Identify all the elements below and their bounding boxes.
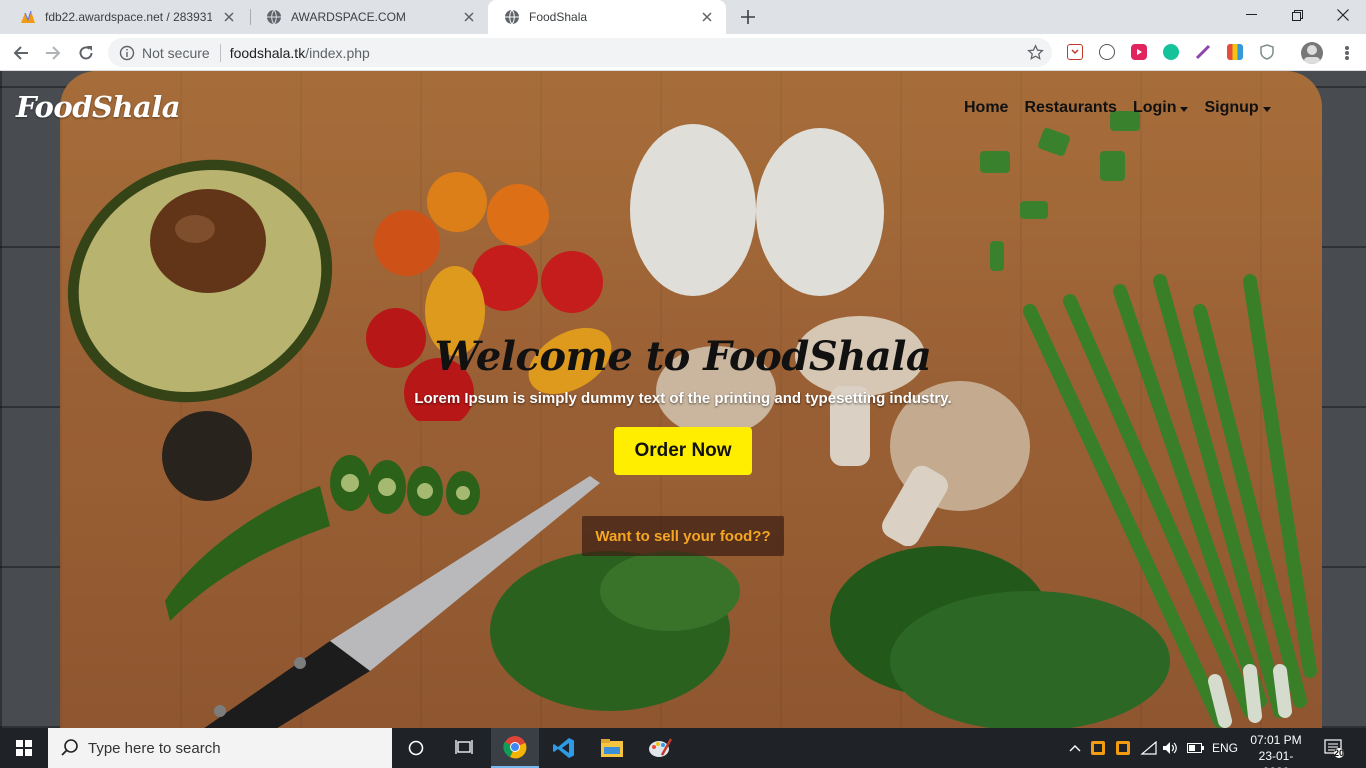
taskbar-clock[interactable]: 07:01 PM 23-01-2020: [1246, 732, 1306, 768]
browser-toolbar: Not secure foodshala.tk/index.php: [0, 34, 1366, 71]
hero-section: FoodShala Home Restaurants Login Signup …: [0, 71, 1366, 728]
minimize-window-button[interactable]: [1228, 0, 1274, 30]
info-icon[interactable]: [119, 45, 135, 61]
clock-time: 07:01 PM: [1250, 733, 1302, 747]
wifi-icon[interactable]: [1140, 728, 1158, 768]
hero-title: Welcome to FoodShala: [434, 333, 932, 380]
windows-logo-icon: [16, 740, 32, 756]
tab-title: fdb22.awardspace.net / 2839313: [45, 10, 212, 24]
nav-restaurants-label: Restaurants: [1024, 99, 1117, 116]
close-window-button[interactable]: [1320, 0, 1366, 30]
tray-app-icon[interactable]: [1090, 728, 1106, 768]
clock-date: 23-01-2020: [1258, 749, 1294, 768]
nav-login-dropdown[interactable]: Login: [1133, 99, 1189, 117]
divider: [219, 43, 221, 62]
address-bar[interactable]: Not secure foodshala.tk/index.php: [108, 38, 1052, 67]
nav-restaurants[interactable]: Restaurants: [1024, 99, 1116, 117]
nav-signup-label: Signup: [1204, 99, 1259, 116]
browser-tab-phpmyadmin[interactable]: fdb22.awardspace.net / 2839313: [4, 0, 248, 34]
nav-home-label: Home: [964, 99, 1009, 116]
notification-count: 20: [1334, 748, 1345, 758]
caret-down-icon: [1262, 106, 1271, 112]
close-tab-icon[interactable]: [220, 8, 238, 26]
language-indicator[interactable]: ENG: [1212, 728, 1238, 768]
action-center-icon[interactable]: 20: [1324, 738, 1344, 758]
chrome-menu-icon[interactable]: [1339, 44, 1355, 62]
cortana-icon[interactable]: [392, 728, 440, 768]
show-hidden-icons-chevron[interactable]: [1067, 728, 1083, 768]
tab-title: AWARDSPACE.COM: [291, 10, 406, 24]
battery-icon[interactable]: [1187, 728, 1205, 768]
color-extension-icon[interactable]: [1227, 44, 1243, 60]
close-tab-icon[interactable]: [698, 8, 716, 26]
url-path: /index.php: [305, 44, 370, 61]
taskbar-search-box[interactable]: Type here to search: [48, 728, 392, 768]
globe-icon: [266, 9, 282, 25]
volume-icon[interactable]: [1162, 728, 1178, 768]
nav-signup-dropdown[interactable]: Signup: [1204, 99, 1271, 117]
hero-subtitle: Lorem Ipsum is simply dummy text of the …: [414, 390, 952, 407]
back-button[interactable]: [7, 39, 35, 67]
order-now-button[interactable]: Order Now: [614, 427, 752, 475]
windows-taskbar: Type here to search ENG 07:01 PM 23-01- 2…: [0, 728, 1366, 768]
browser-tab-foodshala[interactable]: FoodShala: [488, 0, 726, 34]
paint-taskbar-icon[interactable]: [636, 728, 684, 768]
vscode-taskbar-icon[interactable]: [540, 728, 588, 768]
nav-home[interactable]: Home: [964, 99, 1008, 117]
shield-extension-icon[interactable]: [1259, 44, 1275, 60]
pen-extension-icon[interactable]: [1195, 44, 1211, 60]
task-view-icon[interactable]: [440, 728, 488, 768]
tab-title: FoodShala: [529, 10, 588, 24]
pocket-extension-icon[interactable]: [1067, 44, 1083, 60]
new-tab-button[interactable]: [736, 5, 760, 29]
url-text[interactable]: foodshala.tk/index.php: [230, 45, 370, 61]
bookmark-star-icon[interactable]: [1027, 44, 1044, 61]
grammarly-extension-icon[interactable]: [1163, 44, 1179, 60]
chrome-taskbar-icon[interactable]: [491, 728, 539, 768]
url-host: foodshala.tk: [229, 44, 306, 61]
search-icon: [61, 739, 78, 756]
extension-face-icon[interactable]: [1099, 44, 1115, 60]
restore-window-button[interactable]: [1274, 0, 1320, 30]
browser-tab-awardspace[interactable]: AWARDSPACE.COM: [250, 0, 488, 34]
browser-tab-strip: fdb22.awardspace.net / 2839313 AWARDSPAC…: [0, 0, 1366, 34]
sell-food-button[interactable]: Want to sell your food??: [582, 516, 784, 556]
windows-start-button[interactable]: [0, 728, 48, 768]
security-label: Not secure: [142, 44, 210, 61]
nav-login-label: Login: [1132, 99, 1177, 116]
forward-button[interactable]: [39, 39, 67, 67]
site-logo[interactable]: FoodShala: [16, 90, 181, 124]
reload-button[interactable]: [72, 39, 100, 67]
file-explorer-icon[interactable]: [588, 728, 636, 768]
profile-avatar[interactable]: [1301, 42, 1323, 64]
youtube-extension-icon[interactable]: [1131, 44, 1147, 60]
close-tab-icon[interactable]: [460, 8, 478, 26]
search-placeholder: Type here to search: [88, 739, 221, 757]
main-nav: Home Restaurants Login Signup: [964, 99, 1287, 117]
caret-down-icon: [1180, 106, 1189, 112]
tray-app-icon[interactable]: [1115, 728, 1131, 768]
phpmyadmin-icon: [20, 9, 36, 25]
globe-icon: [504, 9, 520, 25]
